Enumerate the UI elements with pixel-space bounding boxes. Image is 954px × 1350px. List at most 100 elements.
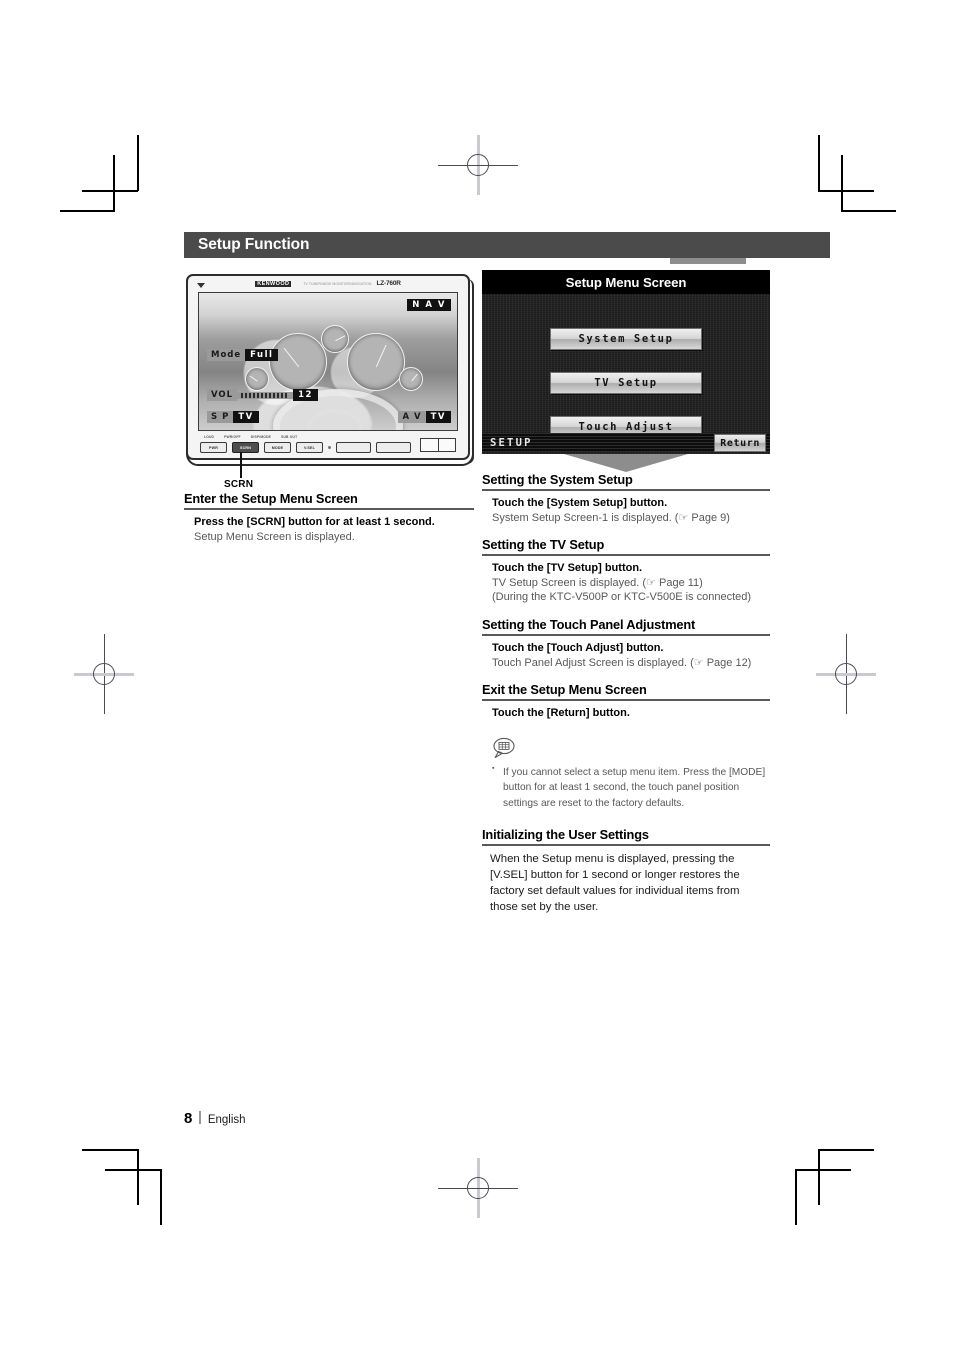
registration-mark-bottom bbox=[438, 1158, 518, 1218]
osd-volume-value: 12 bbox=[293, 389, 318, 402]
footer-page-number: 8 bbox=[184, 1110, 193, 1127]
section-heading-tv-setup: Setting the TV Setup bbox=[482, 537, 770, 557]
touch-panel-step-body: Touch Panel Adjust Screen is displayed. … bbox=[492, 656, 752, 669]
device-disc-slot bbox=[420, 438, 456, 452]
osd-mode-label: Mode bbox=[207, 349, 246, 362]
flow-down-arrow-icon bbox=[482, 454, 770, 472]
system-setup-step-body: System Setup Screen-1 is displayed. (☞ P… bbox=[492, 511, 730, 524]
tv-setup-step-bold: Touch the [TV Setup] button. bbox=[492, 562, 643, 575]
osd-mode-group: Mode Full bbox=[207, 349, 279, 362]
callout-label-scrn: SCRN bbox=[224, 479, 254, 490]
screen-status-label: SETUP bbox=[490, 436, 533, 449]
crop-mark-top-right-v bbox=[818, 135, 820, 191]
section-heading-touch-panel: Setting the Touch Panel Adjustment bbox=[482, 617, 770, 637]
dashboard-photo bbox=[199, 293, 457, 430]
control-caption-1: PWR/OFF bbox=[224, 435, 241, 439]
touch-panel-step-bold: Touch the [Touch Adjust] button. bbox=[492, 642, 664, 655]
note-bubble-icon bbox=[493, 737, 515, 758]
device-reset-dot-icon bbox=[328, 446, 331, 449]
screen-status-bar: SETUP Return bbox=[482, 433, 770, 452]
crop-mark-bottom-right-v bbox=[818, 1149, 820, 1205]
setup-menu-screen-title: Setup Menu Screen bbox=[482, 270, 770, 294]
setup-menu-screen-mock: System Setup TV Setup Touch Adjust SETUP… bbox=[482, 294, 770, 454]
control-caption-3: SUB OUT bbox=[281, 435, 298, 439]
osd-volume-group: VOL 12 bbox=[207, 389, 318, 402]
footer-language: English bbox=[207, 1114, 246, 1126]
gauge-small-center bbox=[321, 325, 349, 353]
device-button-scrn[interactable]: SCRN bbox=[232, 442, 259, 453]
device-button-left-arrow[interactable] bbox=[336, 442, 371, 453]
right-column: Setup Menu Screen System Setup TV Setup … bbox=[482, 270, 770, 916]
gauge-tachometer bbox=[269, 333, 327, 391]
page-title: Setup Function bbox=[198, 236, 310, 253]
device-button-vsel[interactable]: V.SEL bbox=[296, 442, 323, 453]
exit-setup-step-bold: Touch the [Return] button. bbox=[492, 707, 630, 720]
crop-mark-top-right-v2 bbox=[841, 155, 843, 211]
crop-mark-top-left-h2 bbox=[60, 210, 115, 212]
system-setup-step-bold: Touch the [System Setup] button. bbox=[492, 496, 668, 509]
initializing-body: When the Setup menu is displayed, pressi… bbox=[490, 852, 740, 914]
footer-divider bbox=[199, 1111, 201, 1124]
crop-mark-bottom-left-v bbox=[137, 1149, 139, 1205]
section-heading-enter-setup: Enter the Setup Menu Screen bbox=[184, 491, 474, 510]
enter-setup-step-bold: Press the [SCRN] button for at least 1 s… bbox=[194, 515, 435, 528]
chapter-header-bar: Setup Function bbox=[184, 232, 830, 258]
screen-button-return[interactable]: Return bbox=[714, 434, 766, 452]
device-button-right-arrow[interactable] bbox=[376, 442, 411, 453]
osd-volume-label: VOL bbox=[207, 389, 238, 402]
crop-mark-bottom-right-v2 bbox=[795, 1169, 797, 1225]
crop-mark-top-right-h bbox=[818, 190, 874, 192]
device-control-strip: LOUD PWR/OFF DISP/MODE SUB OUT PWR SCRN … bbox=[200, 435, 454, 459]
note-list: If you cannot select a setup menu item. … bbox=[492, 764, 770, 811]
device-control-captions: LOUD PWR/OFF DISP/MODE SUB OUT bbox=[204, 435, 297, 439]
gauge-speedometer bbox=[347, 333, 405, 391]
page-footer: 8 English bbox=[184, 1110, 246, 1127]
control-caption-0: LOUD bbox=[204, 435, 215, 439]
crop-mark-top-left-v bbox=[137, 135, 139, 191]
callout-leader-line bbox=[240, 452, 242, 478]
osd-av-label: A V bbox=[398, 410, 426, 423]
osd-nav-indicator: N A V bbox=[407, 299, 451, 312]
note-item-0: If you cannot select a setup menu item. … bbox=[492, 764, 770, 811]
tv-setup-step-body-2: (During the KTC-V500P or KTC-V500E is co… bbox=[492, 591, 752, 604]
osd-mode-value: Full bbox=[245, 349, 279, 362]
screen-button-system-setup[interactable]: System Setup bbox=[550, 328, 702, 350]
crop-mark-top-left-v2 bbox=[113, 155, 115, 211]
registration-mark-top bbox=[438, 135, 518, 195]
osd-speaker-value: TV bbox=[233, 410, 259, 423]
chapter-header-tab bbox=[670, 258, 746, 264]
section-heading-system-setup: Setting the System Setup bbox=[482, 472, 770, 491]
crop-mark-bottom-left-v2 bbox=[160, 1169, 162, 1225]
device-monitor-screen: N A V Mode Full VOL 12 S P TV A V TV bbox=[198, 292, 458, 431]
enter-setup-step-body: Setup Menu Screen is displayed. bbox=[194, 530, 355, 543]
osd-speaker-label: S P bbox=[207, 410, 234, 423]
device-descriptor: TV TUNER/WIDE MONITOR/NAVIGATION bbox=[303, 281, 372, 286]
tv-setup-step-body: TV Setup Screen is displayed. (☞ Page 11… bbox=[492, 576, 703, 589]
left-column: KENWOOD TV TUNER/WIDE MONITOR/NAVIGATION L… bbox=[184, 270, 474, 544]
device-model: LZ-760R bbox=[376, 280, 401, 287]
device-button-pwr[interactable]: PWR bbox=[200, 442, 227, 453]
crop-mark-top-right-h2 bbox=[841, 210, 896, 212]
control-caption-2: DISP/MODE bbox=[250, 435, 272, 439]
osd-volume-bar bbox=[237, 391, 294, 399]
registration-mark-right bbox=[816, 634, 876, 714]
device-brand-strip: KENWOOD TV TUNER/WIDE MONITOR/NAVIGATION L… bbox=[188, 280, 468, 287]
gauge-small-right bbox=[399, 367, 423, 391]
device-faceplate: KENWOOD TV TUNER/WIDE MONITOR/NAVIGATION L… bbox=[186, 274, 470, 460]
osd-av-value: TV bbox=[425, 410, 451, 423]
registration-mark-left bbox=[74, 634, 134, 714]
page-content: Setup Function KENWOOD TV TUNER/WIDE MONI… bbox=[184, 232, 830, 1152]
screen-button-tv-setup[interactable]: TV Setup bbox=[550, 372, 702, 394]
gauge-small-left bbox=[245, 367, 269, 391]
device-button-mode[interactable]: MODE bbox=[264, 442, 291, 453]
section-heading-exit-setup: Exit the Setup Menu Screen bbox=[482, 682, 770, 702]
section-heading-initializing: Initializing the User Settings bbox=[482, 827, 770, 846]
osd-nav-label: N A V bbox=[407, 299, 451, 312]
crop-mark-bottom-left-h bbox=[82, 1149, 138, 1151]
note-block: If you cannot select a setup menu item. … bbox=[482, 737, 770, 811]
osd-speaker-group: S P TV bbox=[207, 410, 259, 423]
kenwood-logo: KENWOOD bbox=[255, 280, 292, 287]
device-illustration: KENWOOD TV TUNER/WIDE MONITOR/NAVIGATION L… bbox=[184, 270, 474, 490]
osd-av-group: A V TV bbox=[398, 410, 451, 423]
crop-mark-bottom-left-h2 bbox=[105, 1169, 161, 1171]
